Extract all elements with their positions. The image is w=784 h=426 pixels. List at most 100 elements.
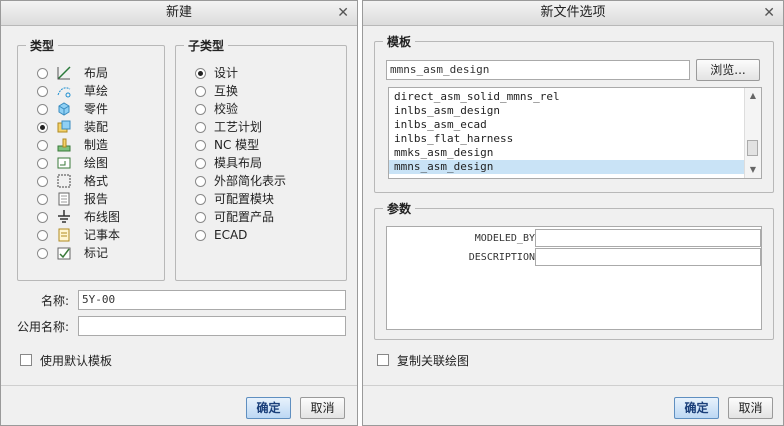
subtype-option[interactable]: 互换: [195, 82, 238, 100]
subtype-option[interactable]: 可配置产品: [195, 208, 274, 226]
subtype-radio[interactable]: [195, 157, 206, 169]
type-label: 标记: [84, 246, 109, 260]
subtype-radio[interactable]: [195, 229, 206, 241]
type-option[interactable]: 制造: [37, 136, 108, 154]
new-ok-button[interactable]: 确定: [246, 397, 291, 419]
subtype-label: 校验: [214, 102, 239, 116]
type-radio[interactable]: [37, 193, 48, 205]
options-cancel-button[interactable]: 取消: [728, 397, 773, 419]
type-option[interactable]: 报告: [37, 190, 108, 208]
template-list-item[interactable]: inlbs_asm_ecad: [389, 118, 761, 132]
subtype-radio[interactable]: [195, 85, 206, 97]
options-dialog-divider: [363, 385, 783, 386]
subtype-label: 可配置产品: [214, 210, 275, 224]
close-icon[interactable]: ✕: [337, 1, 349, 25]
type-option[interactable]: 装配: [37, 118, 108, 136]
layout-icon: [56, 65, 72, 81]
template-list-item[interactable]: mmns_asm_design: [389, 160, 761, 174]
type-radio[interactable]: [37, 85, 48, 97]
type-radio[interactable]: [37, 247, 48, 259]
subtype-option[interactable]: 可配置模块: [195, 190, 274, 208]
type-label: 制造: [84, 138, 109, 152]
sketch-icon: [56, 83, 72, 99]
new-cancel-button[interactable]: 取消: [300, 397, 345, 419]
type-option[interactable]: 布线图: [37, 208, 120, 226]
subtype-label: NC 模型: [214, 138, 260, 152]
scroll-thumb[interactable]: [747, 140, 758, 156]
notebook-icon: [56, 227, 72, 243]
report-icon: [56, 191, 72, 207]
type-label: 报告: [84, 192, 109, 206]
subtype-label: 模具布局: [214, 156, 263, 170]
name-field[interactable]: 5Y-00: [78, 290, 346, 310]
type-group-title: 类型: [26, 37, 59, 54]
template-list-item[interactable]: mmks_asm_design: [389, 146, 761, 160]
options-dialog-titlebar[interactable]: 新文件选项 ✕: [363, 1, 783, 26]
type-radio[interactable]: [37, 229, 48, 241]
type-radio[interactable]: [37, 175, 48, 187]
subtype-option[interactable]: 工艺计划: [195, 118, 262, 136]
param-row: DESCRIPTION: [387, 248, 761, 267]
new-file-options-dialog: 新文件选项 ✕ 模板 mmns_asm_design 浏览... direct_…: [362, 0, 784, 426]
type-option[interactable]: 零件: [37, 100, 108, 118]
params-table: MODELED_BY DESCRIPTION: [386, 226, 762, 330]
type-radio[interactable]: [37, 157, 48, 169]
type-radio[interactable]: [37, 121, 48, 133]
options-ok-button[interactable]: 确定: [674, 397, 719, 419]
subtype-option[interactable]: 校验: [195, 100, 238, 118]
type-radio[interactable]: [37, 67, 48, 79]
subtype-radio[interactable]: [195, 139, 206, 151]
subtype-option[interactable]: ECAD: [195, 226, 247, 244]
new-dialog: 新建 ✕ 类型 布局 草绘 零件 装配制造绘图格式报告布线图记事本标记 子类型 设计互…: [0, 0, 358, 426]
close-icon[interactable]: ✕: [763, 1, 775, 25]
type-radio[interactable]: [37, 103, 48, 115]
subtype-label: 互换: [214, 84, 239, 98]
type-radio[interactable]: [37, 139, 48, 151]
name-label: 名称:: [40, 294, 69, 308]
scroll-up-icon[interactable]: ▲: [745, 89, 761, 103]
assembly-icon: [56, 119, 72, 135]
template-list-item[interactable]: direct_asm_solid_mmns_rel: [389, 90, 761, 104]
type-option[interactable]: 布局: [37, 64, 108, 82]
type-label: 布线图: [84, 210, 121, 224]
type-label: 格式: [84, 174, 109, 188]
scroll-down-icon[interactable]: ▼: [745, 163, 761, 177]
subtype-radio[interactable]: [195, 121, 206, 133]
subtype-radio[interactable]: [195, 211, 206, 223]
use-default-template-checkbox[interactable]: [20, 354, 32, 366]
type-label: 记事本: [84, 228, 121, 242]
type-option[interactable]: 记事本: [37, 226, 120, 244]
use-default-template-label: 使用默认模板: [40, 354, 113, 368]
type-radio[interactable]: [37, 211, 48, 223]
subtype-radio[interactable]: [195, 175, 206, 187]
subtype-option[interactable]: 模具布局: [195, 154, 262, 172]
markup-icon: [56, 245, 72, 261]
param-value-field[interactable]: [535, 248, 761, 266]
param-value-field[interactable]: [535, 229, 761, 247]
subtype-option[interactable]: 外部简化表示: [195, 172, 286, 190]
subtype-option[interactable]: NC 模型: [195, 136, 259, 154]
new-dialog-divider: [1, 385, 357, 386]
subtype-radio[interactable]: [195, 67, 206, 79]
type-option[interactable]: 草绘: [37, 82, 108, 100]
list-scrollbar[interactable]: ▲ ▼: [744, 88, 761, 178]
subtype-group-title: 子类型: [184, 37, 229, 54]
template-input[interactable]: mmns_asm_design: [386, 60, 690, 80]
template-list-item[interactable]: inlbs_asm_design: [389, 104, 761, 118]
subtype-radio[interactable]: [195, 193, 206, 205]
type-option[interactable]: 格式: [37, 172, 108, 190]
common-name-field[interactable]: [78, 316, 346, 336]
new-dialog-titlebar[interactable]: 新建 ✕: [1, 1, 357, 26]
drawing-icon: [56, 155, 72, 171]
subtype-option[interactable]: 设计: [195, 64, 238, 82]
copy-drawing-checkbox[interactable]: [377, 354, 389, 366]
browse-button[interactable]: 浏览...: [696, 59, 760, 81]
template-list-item[interactable]: inlbs_flat_harness: [389, 132, 761, 146]
type-option[interactable]: 绘图: [37, 154, 108, 172]
template-list[interactable]: direct_asm_solid_mmns_rel inlbs_asm_desig…: [388, 87, 762, 179]
subtype-radio[interactable]: [195, 103, 206, 115]
copy-drawing-label: 复制关联绘图: [397, 354, 470, 368]
manufacturing-icon: [56, 137, 72, 153]
type-option[interactable]: 标记: [37, 244, 108, 262]
subtype-label: ECAD: [214, 228, 248, 242]
